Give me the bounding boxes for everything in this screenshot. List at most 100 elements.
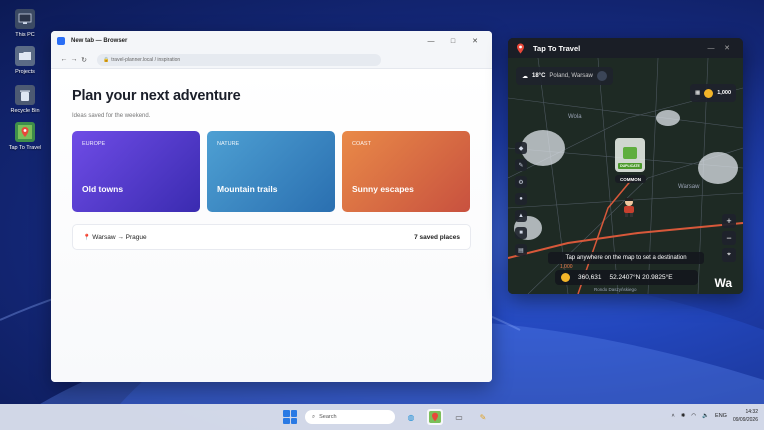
cloud-icon: ☁ xyxy=(522,73,528,80)
weather-location: Poland, Warsaw xyxy=(549,73,593,79)
coin-balance-value: 1,000 xyxy=(717,90,731,96)
zoom-out-button[interactable]: − xyxy=(722,231,736,245)
monitor-icon xyxy=(15,9,35,29)
clock[interactable]: 14:32 09/09/2026 xyxy=(733,408,758,424)
page-title: Plan your next adventure xyxy=(72,88,241,104)
back-arrow-icon[interactable]: ← xyxy=(59,56,69,63)
card-tag: NATURE xyxy=(217,141,240,147)
tap-to-travel-taskbar-icon[interactable] xyxy=(427,409,443,425)
map-side-toolbar: ◆ ✎ ⚙ ● ▲ ■ ▤ xyxy=(515,142,527,256)
recycle-bin-icon xyxy=(15,85,35,105)
bag-icon: ▦ xyxy=(695,90,701,96)
zoom-in-button[interactable]: + xyxy=(722,214,736,228)
search-icon: ⌕ xyxy=(312,413,316,420)
gear-icon[interactable]: ⚙ xyxy=(515,176,527,188)
card-title: Old towns xyxy=(82,184,124,194)
saved-places-count: 7 saved places xyxy=(414,233,460,241)
wrench-icon[interactable]: ✎ xyxy=(515,159,527,171)
start-menu-icon[interactable] xyxy=(283,410,297,424)
browser-window: New tab — Browser — □ ✕ ← → ↻ 🔒 travel-p… xyxy=(51,31,492,382)
system-tray: ˄ ✺ ◠ 🔈 ENG 14:32 09/09/2026 xyxy=(672,408,758,424)
card-sunny-escapes[interactable]: COAST Sunny escapes xyxy=(342,131,470,212)
browser-taskbar-icon[interactable]: ◍ xyxy=(403,409,419,425)
chat-icon[interactable]: ▭ xyxy=(451,409,467,425)
card-tag: COAST xyxy=(352,141,371,147)
taskbar-search[interactable]: ⌕ Search xyxy=(305,410,395,424)
trophy-icon[interactable]: ▲ xyxy=(515,210,527,222)
address-bar[interactable]: 🔒 travel-planner.local / inspiration xyxy=(97,53,381,66)
desktop-icon-label: Projects xyxy=(15,69,35,75)
notes-icon[interactable]: ✎ xyxy=(475,409,491,425)
brightness-icon[interactable]: ✺ xyxy=(681,413,686,419)
chest-icon xyxy=(623,147,637,159)
map-pin-icon xyxy=(15,122,35,142)
backpack-icon[interactable]: ● xyxy=(515,193,527,205)
desktop-icon-this-pc[interactable]: This PC xyxy=(6,9,44,38)
coin-icon xyxy=(704,88,714,98)
desktop-icon-projects[interactable]: Projects xyxy=(6,46,44,75)
minimize-icon[interactable]: — xyxy=(703,45,719,52)
route-summary[interactable]: 📍 Warsaw → Prague 7 saved places xyxy=(72,224,471,250)
tap-to-travel-window: Tap To Travel — ✕ Wola Warsaw ☁ 18°C Pol… xyxy=(508,38,743,294)
card-title: Sunny escapes xyxy=(352,184,414,194)
card-title: Mountain trails xyxy=(217,184,278,194)
chest-label: DUPLICATE xyxy=(618,163,642,169)
browser-app-icon xyxy=(57,37,65,45)
taskbar-apps: ⌕ Search ◍ ▭ ✎ xyxy=(283,408,491,426)
reload-icon[interactable]: ↻ xyxy=(79,56,89,64)
clock-date: 09/09/2026 xyxy=(732,417,758,423)
maximize-icon[interactable]: □ xyxy=(442,38,464,45)
language-indicator[interactable]: ENG xyxy=(715,413,727,419)
rarity-badge: COMMON xyxy=(615,175,646,183)
address-text: travel-planner.local / inspiration xyxy=(111,56,181,63)
forward-arrow-icon[interactable]: → xyxy=(69,56,79,63)
card-old-towns[interactable]: EUROPE Old towns xyxy=(72,131,200,212)
loot-chest[interactable]: DUPLICATE xyxy=(615,138,645,172)
map-hint: Tap anywhere on the map to set a destina… xyxy=(548,252,704,264)
shield-icon[interactable]: ◆ xyxy=(515,142,527,154)
search-placeholder: Search xyxy=(319,414,337,420)
location-pin-icon: 📍 xyxy=(83,234,91,241)
wifi-icon[interactable]: ◠ xyxy=(691,413,696,419)
route-text: Warsaw → Prague xyxy=(92,233,147,241)
tap-to-travel-title: Tap To Travel xyxy=(533,43,581,53)
city-label: Wa xyxy=(714,276,732,290)
taskbar: ⌕ Search ◍ ▭ ✎ ˄ ✺ ◠ 🔈 ENG 14:32 09/09/2… xyxy=(0,404,764,430)
desktop-icon-label: Recycle Bin xyxy=(10,108,40,114)
chevron-up-icon[interactable]: ˄ xyxy=(672,413,675,419)
player-avatar xyxy=(624,198,634,217)
clock-time: 14:32 xyxy=(745,409,758,415)
browser-titlebar: New tab — Browser — □ ✕ xyxy=(51,31,492,51)
desktop-icon-tap-to-travel[interactable]: Tap To Travel xyxy=(6,122,44,151)
desktop-icon-label: This PC xyxy=(15,32,35,38)
weather-widget[interactable]: ☁ 18°C Poland, Warsaw xyxy=(516,67,613,85)
close-icon[interactable]: ✕ xyxy=(719,44,735,52)
folder-icon xyxy=(15,46,35,66)
volume-icon[interactable]: 🔈 xyxy=(702,413,709,419)
page-subtitle: Ideas saved for the weekend. xyxy=(72,113,151,119)
recenter-icon[interactable]: ⌖ xyxy=(722,248,736,262)
coin-balance-top[interactable]: ▦ 1,000 xyxy=(690,84,736,102)
map-label: Wola xyxy=(568,114,582,120)
lock-icon: 🔒 xyxy=(103,56,110,63)
browser-window-title: New tab — Browser xyxy=(71,38,128,44)
map-label: Warsaw xyxy=(678,184,700,190)
coin-icon xyxy=(561,273,570,282)
tap-to-travel-titlebar: Tap To Travel — ✕ xyxy=(508,38,743,58)
street-label: Rondo Daszyńskiego xyxy=(594,287,637,292)
book-icon[interactable]: ▤ xyxy=(515,244,527,256)
desktop-icon-recycle-bin[interactable]: Recycle Bin xyxy=(6,85,44,114)
locate-icon[interactable] xyxy=(596,71,607,81)
close-icon[interactable]: ✕ xyxy=(464,37,486,45)
page-content: Plan your next adventure Ideas saved for… xyxy=(51,69,492,382)
coin-total: 360,631 xyxy=(578,274,602,281)
badge-icon[interactable]: ■ xyxy=(515,227,527,239)
map-pin-icon xyxy=(517,43,524,53)
card-tag: EUROPE xyxy=(82,141,106,147)
zoom-controls: + − ⌖ xyxy=(722,214,736,262)
card-mountain-trails[interactable]: NATURE Mountain trails xyxy=(207,131,335,212)
desktop-icon-label: Tap To Travel xyxy=(8,145,42,151)
browser-navbar: ← → ↻ 🔒 travel-planner.local / inspirati… xyxy=(51,51,492,69)
card-row: EUROPE Old towns NATURE Mountain trails … xyxy=(72,131,471,212)
minimize-icon[interactable]: — xyxy=(420,38,442,45)
